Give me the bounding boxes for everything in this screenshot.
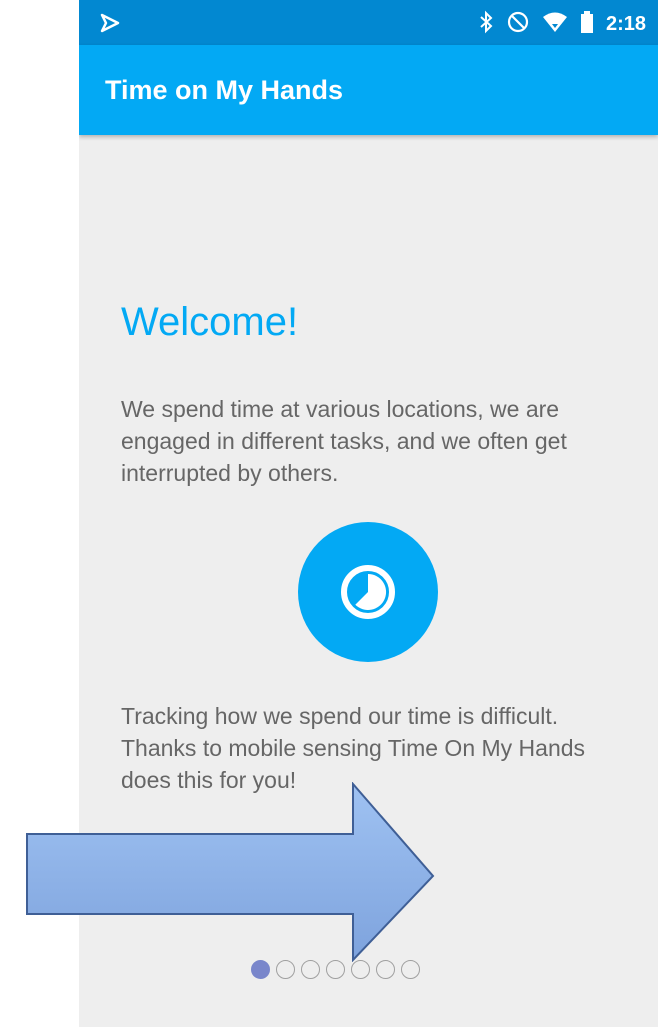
page-dot-3[interactable]	[301, 960, 320, 979]
page-dot-6[interactable]	[376, 960, 395, 979]
play-store-icon	[99, 12, 121, 39]
page-dot-1[interactable]	[251, 960, 270, 979]
welcome-heading: Welcome!	[121, 300, 299, 344]
wifi-icon	[542, 11, 568, 38]
intro-paragraph: We spend time at various locations, we a…	[121, 396, 567, 486]
page-dot-4[interactable]	[326, 960, 345, 979]
do-not-disturb-icon	[506, 10, 530, 39]
battery-icon	[580, 10, 594, 39]
page-dot-5[interactable]	[351, 960, 370, 979]
app-title: Time on My Hands	[105, 75, 344, 105]
status-bar: 2:18	[79, 0, 658, 45]
page-dot-2[interactable]	[276, 960, 295, 979]
right-arrow-icon	[26, 782, 435, 962]
clock-badge	[298, 522, 438, 662]
bluetooth-icon	[478, 10, 494, 39]
status-time: 2:18	[605, 13, 646, 35]
clock-icon	[341, 565, 395, 619]
app-bar: Time on My Hands	[79, 45, 658, 135]
page-indicator[interactable]	[251, 960, 420, 979]
page-dot-7[interactable]	[401, 960, 420, 979]
